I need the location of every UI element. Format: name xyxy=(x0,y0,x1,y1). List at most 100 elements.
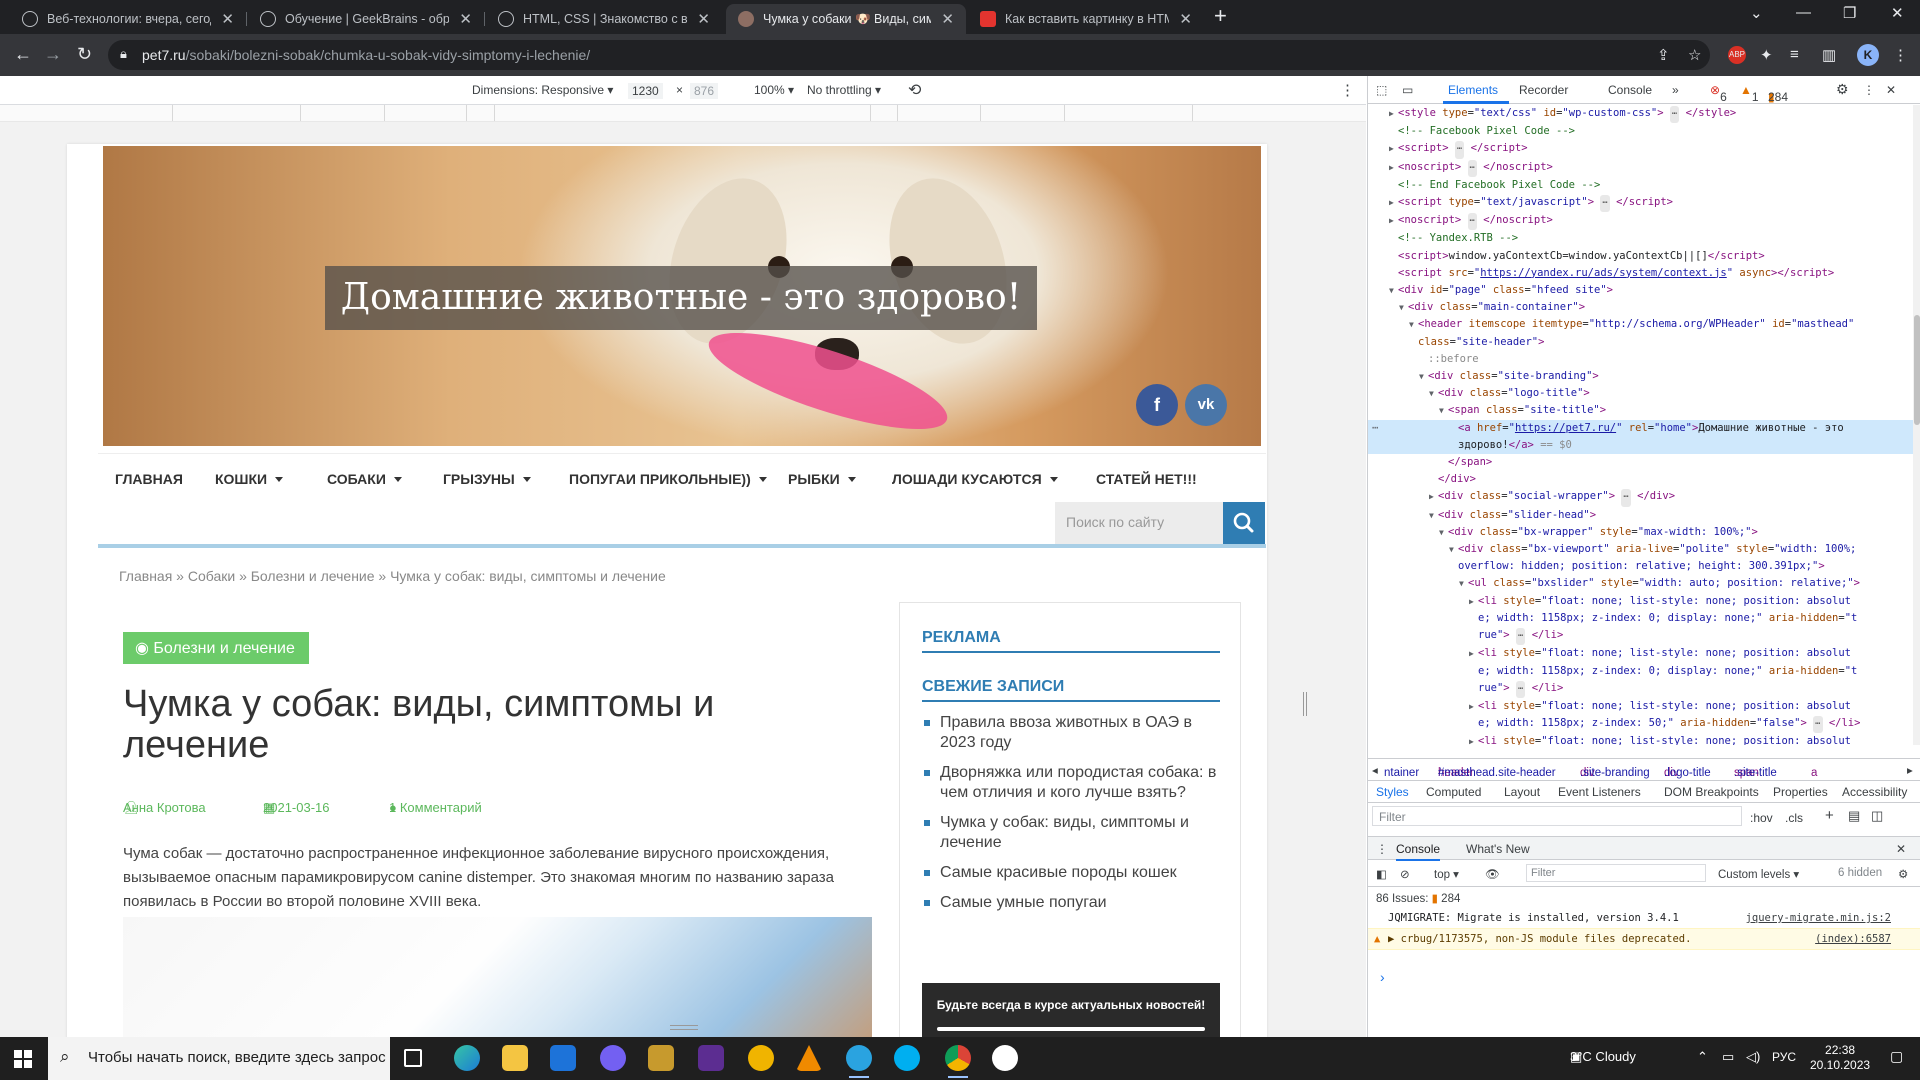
crumb-scroll-left-icon[interactable]: ◂ xyxy=(1372,763,1378,777)
issues-summary[interactable]: 86 Issues: ▮ 284 xyxy=(1376,891,1460,905)
category-badge[interactable]: ◉ Болезни и лечение xyxy=(123,632,309,664)
side-panel-icon[interactable]: ▥ xyxy=(1822,46,1836,64)
dom-scrollbar[interactable] xyxy=(1913,105,1920,745)
recent-post-link[interactable]: Чумка у собак: виды, симптомы и лечение xyxy=(922,813,1232,853)
tab-accessibility[interactable]: Accessibility xyxy=(1842,785,1907,799)
edge-browser-icon[interactable] xyxy=(454,1045,480,1071)
computed-sidebar-icon[interactable]: ◫ xyxy=(1871,808,1883,824)
dom-node-line[interactable]: rue"> ⋯ </li> xyxy=(1368,680,1913,698)
tab-dom-breakpoints[interactable]: DOM Breakpoints xyxy=(1664,785,1759,799)
dom-node-line[interactable]: ▶ <noscript> ⋯ </noscript> xyxy=(1368,212,1913,231)
collapse-arrow-icon[interactable]: ▼ xyxy=(1439,524,1444,541)
tray-chevron-up-icon[interactable]: ⌃ xyxy=(1697,1049,1708,1065)
file-explorer-icon[interactable] xyxy=(502,1045,528,1071)
selected-node-menu-icon[interactable]: ⋯ xyxy=(1372,420,1378,437)
site-title-link[interactable]: Домашние животные - это здорово! xyxy=(325,266,1037,330)
dom-node-line[interactable]: ▼ <span class="site-title"> xyxy=(1368,402,1913,419)
dom-node-line[interactable]: ▼ <ul class="bxslider" style="width: auto… xyxy=(1368,575,1913,592)
close-tab-icon[interactable]: ✕ xyxy=(459,10,472,28)
recent-post-link[interactable]: Правила ввоза животных в ОАЭ в 2023 году xyxy=(922,713,1232,753)
tab-event-listeners[interactable]: Event Listeners xyxy=(1558,785,1641,799)
extensions-puzzle-icon[interactable]: ✦ xyxy=(1760,46,1773,64)
restore-window-icon[interactable]: ❐ xyxy=(1843,4,1856,22)
dom-node-line[interactable]: ▶ <li style="float: none; list-style: non… xyxy=(1368,733,1913,745)
nav-item-home[interactable]: ГЛАВНАЯ xyxy=(115,471,183,487)
dom-node-line[interactable]: e; width: 1158px; z-index: 0; display: n… xyxy=(1368,610,1913,627)
expand-arrow-icon[interactable]: ▶ xyxy=(1389,140,1394,157)
context-select[interactable]: top ▾ xyxy=(1434,867,1459,881)
expand-arrow-icon[interactable]: ▶ xyxy=(1469,645,1474,662)
device-toggle-icon[interactable]: ▭ xyxy=(1402,83,1413,97)
collapse-arrow-icon[interactable]: ▼ xyxy=(1449,541,1454,558)
viber-icon[interactable] xyxy=(600,1045,626,1071)
system-clock[interactable]: 22:38 20.10.2023 xyxy=(1810,1043,1870,1073)
collapse-arrow-icon[interactable]: ▼ xyxy=(1439,402,1444,419)
close-drawer-icon[interactable]: ✕ xyxy=(1896,842,1906,856)
telegram-icon[interactable] xyxy=(846,1045,872,1078)
facebook-icon[interactable]: f xyxy=(1136,384,1178,426)
new-tab-button[interactable]: + xyxy=(1214,3,1227,29)
dom-node-line[interactable]: <a href="https://pet7.ru/" rel="home">До… xyxy=(1368,419,1913,437)
minimize-window-icon[interactable]: — xyxy=(1796,4,1811,21)
dom-node-line[interactable]: ▶ <noscript> ⋯ </noscript> xyxy=(1368,159,1913,177)
dom-node-line[interactable]: ▼ <div class="bx-wrapper" style="max-widt… xyxy=(1368,524,1913,541)
console-source-link[interactable]: (index):6587 xyxy=(1815,933,1891,945)
viewport-bottom-resize-handle[interactable] xyxy=(670,1025,698,1030)
back-arrow-icon[interactable]: ← xyxy=(14,45,32,63)
reload-icon[interactable]: ↻ xyxy=(77,45,92,63)
dom-node-line[interactable]: ▼ <div class="main-container"> xyxy=(1368,299,1913,316)
tab-elements[interactable]: Elements xyxy=(1448,83,1498,97)
nav-item-rodents[interactable]: ГРЫЗУНЫ xyxy=(443,471,531,487)
drawer-menu-icon[interactable]: ⋮ xyxy=(1376,842,1388,856)
recent-post-link[interactable]: Самые красивые породы кошек xyxy=(922,863,1232,883)
collapse-arrow-icon[interactable]: ▼ xyxy=(1389,282,1394,299)
crumb-scroll-right-icon[interactable]: ▸ xyxy=(1907,763,1913,777)
dom-node-line[interactable]: ▶ <script type="text/javascript"> ⋯ </scr… xyxy=(1368,194,1913,213)
collapse-arrow-icon[interactable]: ▼ xyxy=(1429,507,1434,524)
warning-count[interactable]: ▲ 1 xyxy=(1740,83,1759,104)
expand-arrow-icon[interactable]: ▶ xyxy=(1429,488,1434,505)
collapse-arrow-icon[interactable]: ▼ xyxy=(1419,368,1424,385)
dom-node-line[interactable]: <!-- Yandex.RTB --> xyxy=(1368,230,1913,247)
viewport-height-input[interactable]: 876 xyxy=(690,83,719,99)
browser-tab[interactable]: Обучение | GeekBrains - образовательный … xyxy=(248,4,484,34)
search-button[interactable] xyxy=(1223,502,1265,544)
task-view-icon[interactable] xyxy=(404,1049,422,1067)
paint-brush-icon[interactable]: ▤ xyxy=(1848,808,1860,824)
class-toggle[interactable]: .cls xyxy=(1785,811,1803,825)
live-expression-eye-icon[interactable]: 👁︎ xyxy=(1485,867,1500,881)
dom-node-line[interactable]: ▼ <div class="bx-viewport" aria-live="pol… xyxy=(1368,541,1913,558)
nav-item-dogs[interactable]: СОБАКИ xyxy=(327,471,402,487)
tab-layout[interactable]: Layout xyxy=(1504,785,1540,799)
nav-item-parrots[interactable]: ПОПУГАИ ПРИКОЛЬНЫЕ)) xyxy=(569,471,767,487)
dom-node-line[interactable]: ▶ <li style="float: none; list-style: non… xyxy=(1368,645,1913,662)
share-icon[interactable]: ⇪ xyxy=(1657,46,1670,64)
throttling-select[interactable]: No throttling ▾ xyxy=(807,83,881,97)
dom-node-line[interactable]: <!-- End Facebook Pixel Code --> xyxy=(1368,177,1913,194)
notifications-icon[interactable]: ▢ xyxy=(1890,1048,1903,1065)
vk-icon[interactable]: vk xyxy=(1185,384,1227,426)
dom-node-line[interactable]: ▼ <header itemscope itemtype="http://sche… xyxy=(1368,316,1913,333)
nav-item-cats[interactable]: КОШКИ xyxy=(215,471,284,487)
breadcrumb[interactable]: Главная » Собаки » Болезни и лечение » Ч… xyxy=(119,568,666,584)
profile-avatar[interactable]: K xyxy=(1857,44,1879,66)
tab-console[interactable]: Console xyxy=(1608,83,1652,97)
bookmark-star-icon[interactable]: ☆ xyxy=(1688,46,1701,64)
expand-arrow-icon[interactable]: ▶ xyxy=(1389,194,1394,211)
collapse-arrow-icon[interactable]: ▼ xyxy=(1429,385,1434,402)
vlc-icon[interactable] xyxy=(796,1045,822,1071)
collapse-arrow-icon[interactable]: ▼ xyxy=(1459,575,1464,592)
error-count[interactable]: ⊗ 6 xyxy=(1710,83,1727,104)
expand-arrow-icon[interactable]: ▶ xyxy=(1389,105,1394,122)
dom-node-line[interactable]: overflow: hidden; position: relative; he… xyxy=(1368,558,1913,575)
dom-node-line[interactable]: <script src="https://yandex.ru/ads/syste… xyxy=(1368,265,1913,282)
skype-icon[interactable] xyxy=(894,1045,920,1071)
console-source-link[interactable]: jquery-migrate.min.js:2 xyxy=(1746,912,1891,924)
nav-item-no-articles[interactable]: СТАТЕЙ НЕТ!!! xyxy=(1096,471,1197,487)
dom-node-line[interactable]: </span> xyxy=(1368,454,1913,471)
dom-node-line[interactable]: ▶ <li style="float: none; list-style: non… xyxy=(1368,698,1913,715)
dom-node-line[interactable]: ▼ <div class="slider-head"> xyxy=(1368,507,1913,524)
media-queue-icon[interactable]: ≡ xyxy=(1790,46,1799,63)
dom-node-line[interactable]: ▼ <div class="logo-title"> xyxy=(1368,385,1913,402)
expand-arrow-icon[interactable]: ▶ xyxy=(1389,212,1394,229)
